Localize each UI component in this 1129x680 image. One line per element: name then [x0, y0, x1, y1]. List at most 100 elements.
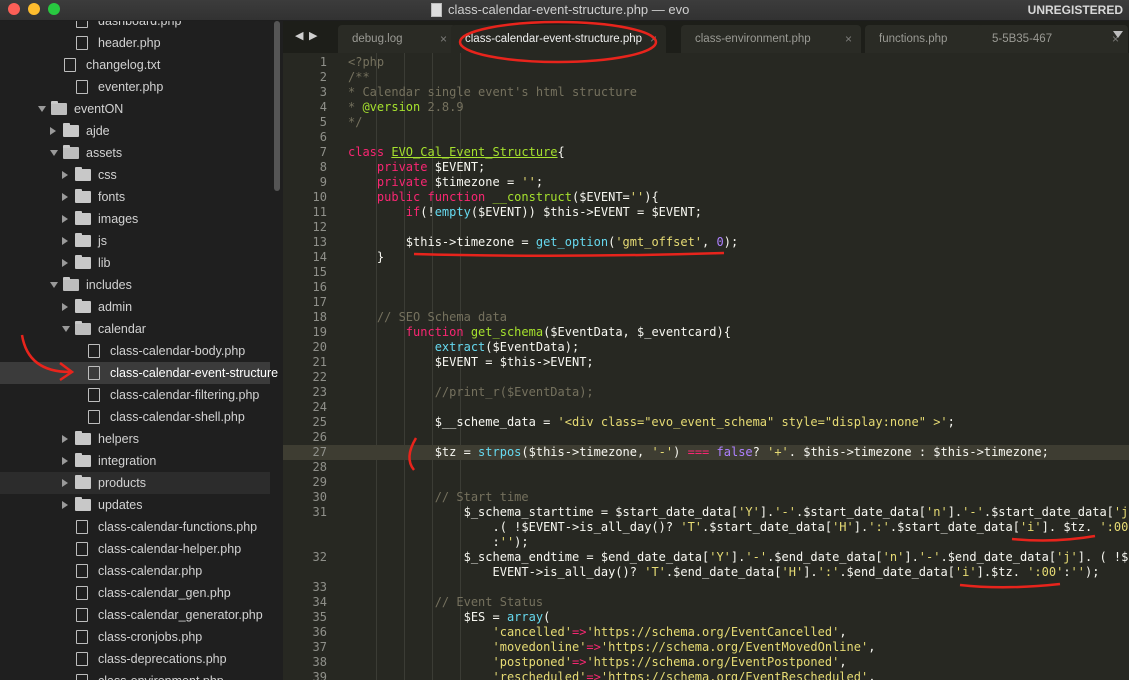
code-line: 25 $__scheme_data = '<div class="evo_eve… — [283, 415, 1129, 430]
tab-class-environment-php[interactable]: class-environment.php × — [681, 25, 861, 53]
tab-back-button[interactable]: ◀ — [295, 29, 303, 42]
folder-icon — [75, 497, 91, 511]
code-line: 35 $ES = array( — [283, 610, 1129, 625]
sidebar-item-css[interactable]: css — [0, 164, 270, 186]
sidebar-item-label: class-calendar-shell.php — [110, 410, 245, 424]
window-zoom-button[interactable] — [48, 3, 60, 15]
tab-debug-log[interactable]: debug.log × — [338, 25, 456, 53]
sidebar-item-eventer-php[interactable]: eventer.php — [0, 76, 270, 98]
folder-icon — [75, 475, 91, 489]
code-line: 20 extract($EventData); — [283, 340, 1129, 355]
chevron-right-icon[interactable] — [62, 457, 68, 465]
sidebar-item-class-calendar-helper-php[interactable]: class-calendar-helper.php — [0, 538, 270, 560]
sidebar-item-class-calendar-functions-php[interactable]: class-calendar-functions.php — [0, 516, 270, 538]
chevron-right-icon[interactable] — [62, 259, 68, 267]
sidebar-item-dashboard-php[interactable]: dashboard.php — [0, 21, 270, 32]
line-number: 10 — [312, 190, 327, 204]
sidebar-scrollbar[interactable] — [274, 21, 280, 191]
code-line: 4 * @version 2.8.9 — [283, 100, 1129, 115]
window-minimize-button[interactable] — [28, 3, 40, 15]
chevron-right-icon[interactable] — [62, 237, 68, 245]
code-line: 28 — [283, 460, 1129, 475]
sidebar-item-js[interactable]: js — [0, 230, 270, 252]
code-text: */ — [348, 115, 362, 130]
folder-icon — [75, 299, 91, 313]
sidebar-item-class-calendar-body-php[interactable]: class-calendar-body.php — [0, 340, 270, 362]
sidebar-item-products[interactable]: products — [0, 472, 270, 494]
code-token: ]. ( !$ — [1077, 550, 1129, 564]
code-line: 38 'postponed'=>'https://schema.org/Even… — [283, 655, 1129, 670]
chevron-down-icon[interactable] — [50, 282, 58, 288]
close-icon[interactable]: × — [440, 32, 447, 46]
close-icon[interactable]: × — [845, 32, 852, 46]
tab-label: class-environment.php — [695, 33, 811, 45]
tab-forward-button[interactable]: ▶ — [309, 29, 317, 42]
chevron-down-icon[interactable] — [62, 326, 70, 332]
sidebar-item-class-calendar-event-structure[interactable]: class-calendar-event-structure — [0, 362, 278, 384]
sidebar-item-changelog-txt[interactable]: changelog.txt — [0, 54, 270, 76]
sidebar-item-class-calendar-generator-php[interactable]: class-calendar_generator.php — [0, 604, 270, 626]
chevron-right-icon[interactable] — [62, 479, 68, 487]
code-text: class EVO_Cal_Event_Structure{ — [348, 145, 565, 160]
chevron-right-icon[interactable] — [62, 303, 68, 311]
sidebar-item-ajde[interactable]: ajde — [0, 120, 270, 142]
sidebar-item-class-environment-php[interactable]: class-environment.php — [0, 670, 270, 680]
sidebar-item-class-calendar-shell-php[interactable]: class-calendar-shell.php — [0, 406, 270, 428]
chevron-right-icon[interactable] — [62, 501, 68, 509]
chevron-right-icon[interactable] — [62, 171, 68, 179]
sidebar-item-includes[interactable]: includes — [0, 274, 270, 296]
code-token: 'j' — [1056, 550, 1078, 564]
code-text: extract($EventData); — [348, 340, 580, 355]
code-line: 5 */ — [283, 115, 1129, 130]
close-icon[interactable]: × — [650, 32, 657, 46]
sidebar-item-label: header.php — [98, 36, 161, 50]
chevron-right-icon[interactable] — [62, 193, 68, 201]
sidebar-item-class-calendar-gen-php[interactable]: class-calendar_gen.php — [0, 582, 270, 604]
sidebar-item-class-calendar-filtering-php[interactable]: class-calendar-filtering.php — [0, 384, 270, 406]
tab-overflow-icon[interactable] — [1113, 31, 1123, 38]
code-token: <?php — [348, 55, 385, 69]
folder-icon — [51, 101, 67, 115]
code-text: // Event Status — [348, 595, 543, 610]
code-text: } — [348, 250, 384, 265]
code-text: public function __construct($EVENT=''){ — [348, 190, 659, 205]
chevron-down-icon[interactable] — [50, 150, 58, 156]
chevron-down-icon[interactable] — [38, 106, 46, 112]
code-token: (! — [420, 205, 435, 219]
sidebar-item-integration[interactable]: integration — [0, 450, 270, 472]
code-editor[interactable]: 1 <?php 2 /** 3 * Calendar single event's htm… — [283, 53, 1129, 680]
tab-class-calendar-event-structure-php[interactable]: class-calendar-event-structure.php × — [451, 25, 666, 53]
line-number: 32 — [312, 550, 327, 564]
code-line: 22 — [283, 370, 1129, 385]
sidebar-item-class-calendar-php[interactable]: class-calendar.php — [0, 560, 270, 582]
sidebar-item-lib[interactable]: lib — [0, 252, 270, 274]
chevron-right-icon[interactable] — [62, 435, 68, 443]
sidebar-item-admin[interactable]: admin — [0, 296, 270, 318]
code-token: ':' — [868, 520, 890, 534]
code-text: <?php — [348, 55, 384, 70]
sidebar-item-assets[interactable]: assets — [0, 142, 270, 164]
line-number: 11 — [312, 205, 327, 219]
sidebar-item-eventon[interactable]: eventON — [0, 98, 270, 120]
sidebar-item-updates[interactable]: updates — [0, 494, 270, 516]
sidebar-item-class-deprecations-php[interactable]: class-deprecations.php — [0, 648, 270, 670]
sidebar-item-class-cronjobs-php[interactable]: class-cronjobs.php — [0, 626, 270, 648]
window-close-button[interactable] — [8, 3, 20, 15]
code-token: , — [839, 625, 847, 639]
sidebar-item-helpers[interactable]: helpers — [0, 428, 270, 450]
sidebar-item-images[interactable]: images — [0, 208, 270, 230]
code-token: 'Y' — [709, 550, 731, 564]
code-token: ($EventData); — [485, 340, 580, 354]
chevron-right-icon[interactable] — [62, 215, 68, 223]
sidebar-item-header-php[interactable]: header.php — [0, 32, 270, 54]
sidebar-item-fonts[interactable]: fonts — [0, 186, 270, 208]
chevron-right-icon[interactable] — [50, 127, 56, 135]
code-token: 'T' — [644, 565, 666, 579]
tab-5-5b35-467[interactable]: 5-5B35-467 × — [978, 25, 1128, 53]
file-icon — [76, 80, 88, 94]
line-number: 19 — [312, 325, 327, 339]
sidebar-item-calendar[interactable]: calendar — [0, 318, 270, 340]
line-number: 18 — [312, 310, 327, 324]
